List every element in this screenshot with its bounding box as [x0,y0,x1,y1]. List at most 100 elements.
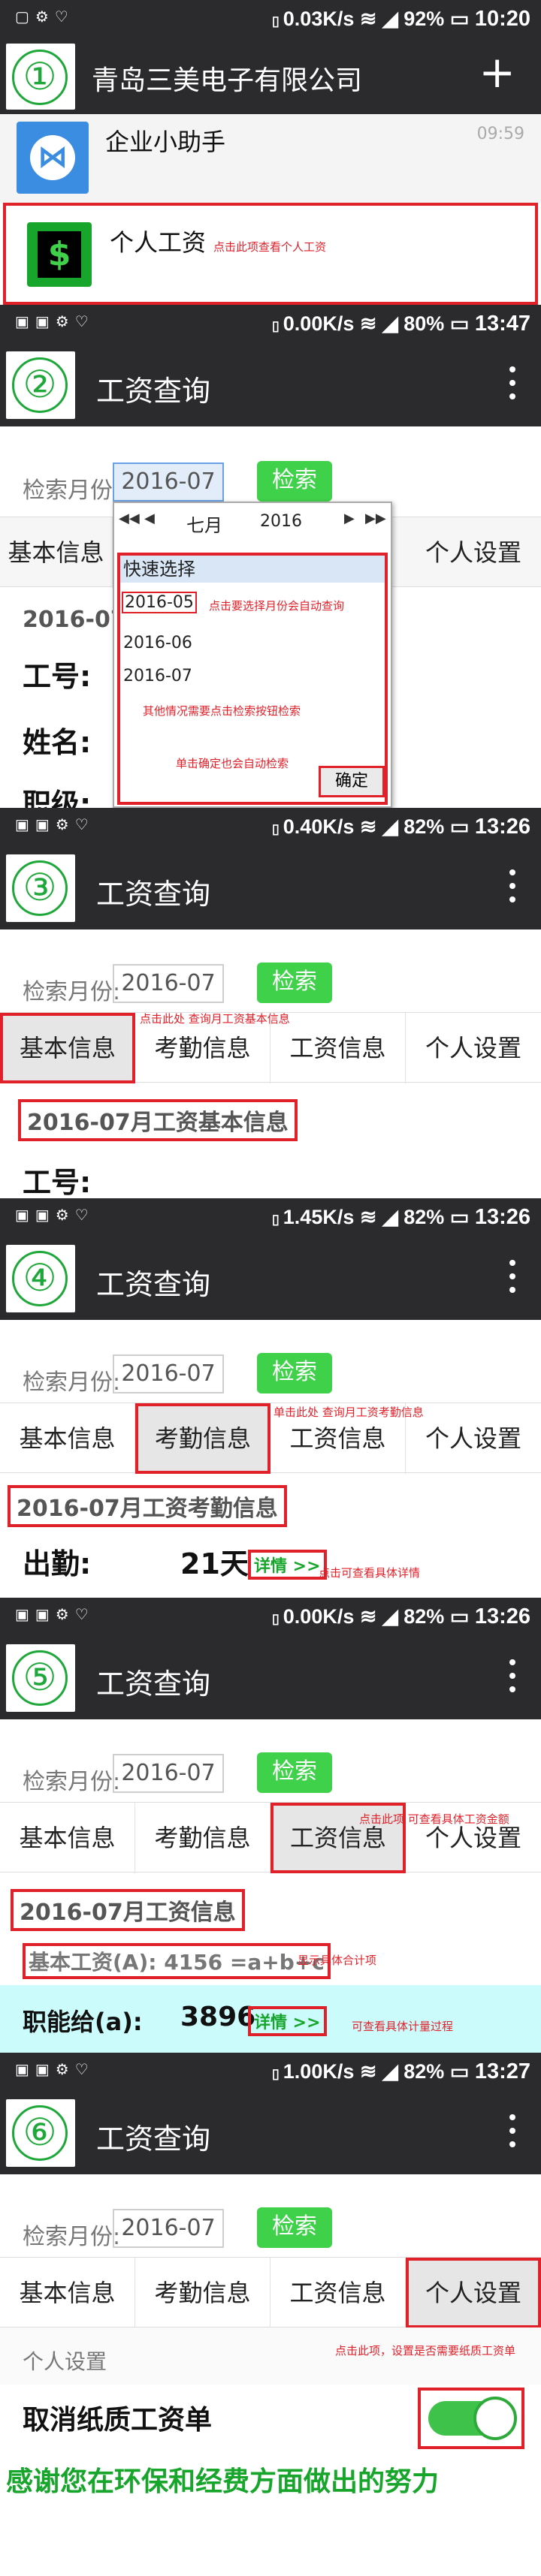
tab-bar: 基本信息 考勤信息 工资信息 个人设置 [0,2257,541,2328]
base-note: 显示具体合计项 [298,1954,377,1967]
tab-settings[interactable]: 个人设置 [406,1403,541,1474]
month-option[interactable]: 2016-07 [123,667,192,685]
tab-basic[interactable]: 基本信息 [0,2258,135,2328]
step-number: ⑥ [12,2105,68,2161]
month-option[interactable]: 2016-06 [123,634,192,652]
plus-button[interactable]: + [479,50,515,95]
toggle-label: 取消纸质工资单 [23,2405,213,2436]
app-header: ① 青岛三美电子有限公司 + [0,39,541,114]
step-number: ④ [12,1251,68,1306]
quick-select-header: 快速选择 [120,556,385,583]
tab-basic[interactable]: 基本信息 [0,517,113,588]
tab-attendance[interactable]: 考勤信息 [135,1803,270,1873]
page-title: 工资查询 [96,375,211,408]
app-header: ③ 工资查询 [0,847,541,929]
status-bar: ▣▣⚙♡ ▯ 1.00K/s ≋ ◢ 82% ▭ 13:27 [0,2053,541,2092]
thanks-message: 感谢您在环保和经费方面做出的努力 [6,2466,440,2497]
page-title: 工资查询 [96,878,211,911]
tab-settings[interactable]: 个人设置 [406,1013,541,1083]
settings-title: 个人设置 [23,2349,107,2374]
field-name: 姓名: [23,726,92,759]
tab-basic[interactable]: 基本信息 [0,1013,135,1083]
step-badge: ③ [6,854,75,922]
app-header: ⑤ 工资查询 [0,1637,541,1719]
confirm-note: 单击确定也会自动检索 [176,757,289,770]
tab-note: 单击此处 查询月工资考勤信息 [274,1406,424,1419]
settings-note: 点击此项，设置是否需要纸质工资单 [335,2344,516,2358]
tab-attendance[interactable]: 考勤信息 [135,2258,270,2328]
list-item-assistant[interactable]: ⋈ 企业小助手 09:59 [0,114,541,203]
picker-month[interactable]: 七月 [186,511,222,537]
search-button[interactable]: 检索 [257,1353,332,1393]
notification-icons: ▢⚙♡ [15,9,74,26]
confirm-button[interactable]: 确定 [319,766,385,797]
tab-basic[interactable]: 基本信息 [0,1403,135,1474]
salary-note: 点击此项查看个人工资 [213,240,327,254]
overflow-menu-icon[interactable] [509,366,515,404]
step-badge: ⑤ [6,1644,75,1712]
step-number: ② [12,357,68,413]
search-button[interactable]: 检索 [257,963,332,1003]
step-badge: ② [6,351,75,419]
function-pay-value: 3896 [180,2002,256,2032]
app-header: ② 工资查询 [0,344,541,426]
section-heading: 2016-07月工资考勤信息 [8,1485,287,1527]
status-bar: ▣▣⚙♡ ▯ 1.45K/s ≋ ◢ 82% ▭ 13:26 [0,1198,541,1237]
step-number: ③ [12,860,68,916]
company-title: 青岛三美电子有限公司 [92,65,363,96]
step-badge: ① [6,44,75,110]
field-id: 工号: [23,660,92,693]
next-year-icon[interactable]: ▶▶ [365,511,386,526]
tab-salary[interactable]: 工资信息 [270,2258,406,2328]
function-pay-detail-link[interactable]: 详情 >> [248,2006,327,2036]
settings-section: 个人设置 点击此项，设置是否需要纸质工资单 [0,2327,541,2385]
status-right: ▯ 0.03K/s ≋ ◢ 92% ▭ 10:20 [271,7,530,31]
field-rank: 职级: [23,788,92,808]
page-title: 工资查询 [96,2123,211,2156]
tab-settings[interactable]: 个人设置 [406,517,541,588]
salary-name: 个人工资 [110,228,207,257]
detail-note: 可查看具体计量过程 [352,2020,454,2033]
other-note: 其他情况需要点击检索按钮检索 [143,704,301,718]
app-header: ⑥ 工资查询 [0,2092,541,2174]
overflow-menu-icon[interactable] [509,2114,515,2152]
paper-slip-toggle[interactable] [418,2388,524,2449]
tab-note: 点击此处 查询月工资基本信息 [140,1012,290,1026]
attendance-detail-link[interactable]: 详情 >> [248,1550,327,1580]
tab-attendance[interactable]: 考勤信息 [135,1403,270,1474]
tab-salary[interactable]: 工资信息 [270,1013,406,1083]
search-label: 检索月份: [23,1769,121,1795]
detail-row: 职能给(a): 3896 详情 >> 可查看具体计量过程 [0,1985,541,2053]
section-heading: 2016-07月工资基本信息 [18,1099,298,1141]
prev-month-icon[interactable]: ◀ [144,511,155,526]
month-input[interactable]: 2016-07 [113,1354,224,1393]
tab-basic[interactable]: 基本信息 [0,1803,135,1873]
toggle-knob [473,2397,517,2440]
step-number: ⑤ [12,1650,68,1706]
search-label: 检索月份: [23,478,121,504]
month-option[interactable]: 2016-05 [122,592,197,613]
status-bar: ▣▣⚙♡ ▯ 0.00K/s ≋ ◢ 82% ▭ 13:26 [0,1598,541,1637]
search-button[interactable]: 检索 [257,1752,332,1793]
month-input[interactable]: 2016-07 [113,1754,224,1793]
search-label: 检索月份: [23,979,121,1005]
tab-settings[interactable]: 个人设置 [406,2258,541,2328]
month-input[interactable]: 2016-07 [113,462,224,502]
overflow-menu-icon[interactable] [509,1659,515,1697]
picker-year[interactable]: 2016 [260,512,302,531]
detail-note: 点击可查看具体详情 [319,1566,421,1580]
overflow-menu-icon[interactable] [509,869,515,907]
attendance-label: 出勤: [23,1547,92,1580]
next-month-icon[interactable]: ▶ [344,511,355,526]
base-salary: 基本工资(A): 4156 =a+b+c [23,1943,331,1979]
month-input[interactable]: 2016-07 [113,2209,224,2248]
search-button[interactable]: 检索 [257,2207,332,2248]
date-picker-popup: ◀◀ ◀ 七月 2016 ▶ ▶▶ 快速选择 2016-05 点击要选择月份会自… [113,502,392,808]
prev-year-icon[interactable]: ◀◀ [119,511,140,526]
status-bar: ▣▣⚙♡ ▯ 0.40K/s ≋ ◢ 82% ▭ 13:26 [0,808,541,847]
month-input[interactable]: 2016-07 [113,964,224,1003]
search-button[interactable]: 检索 [257,461,332,502]
overflow-menu-icon[interactable] [509,1260,515,1297]
status-bar: ▢⚙♡ ▯ 0.03K/s ≋ ◢ 92% ▭ 10:20 [0,0,541,39]
list-item-salary[interactable]: $ 个人工资 点击此项查看个人工资 [3,203,538,305]
